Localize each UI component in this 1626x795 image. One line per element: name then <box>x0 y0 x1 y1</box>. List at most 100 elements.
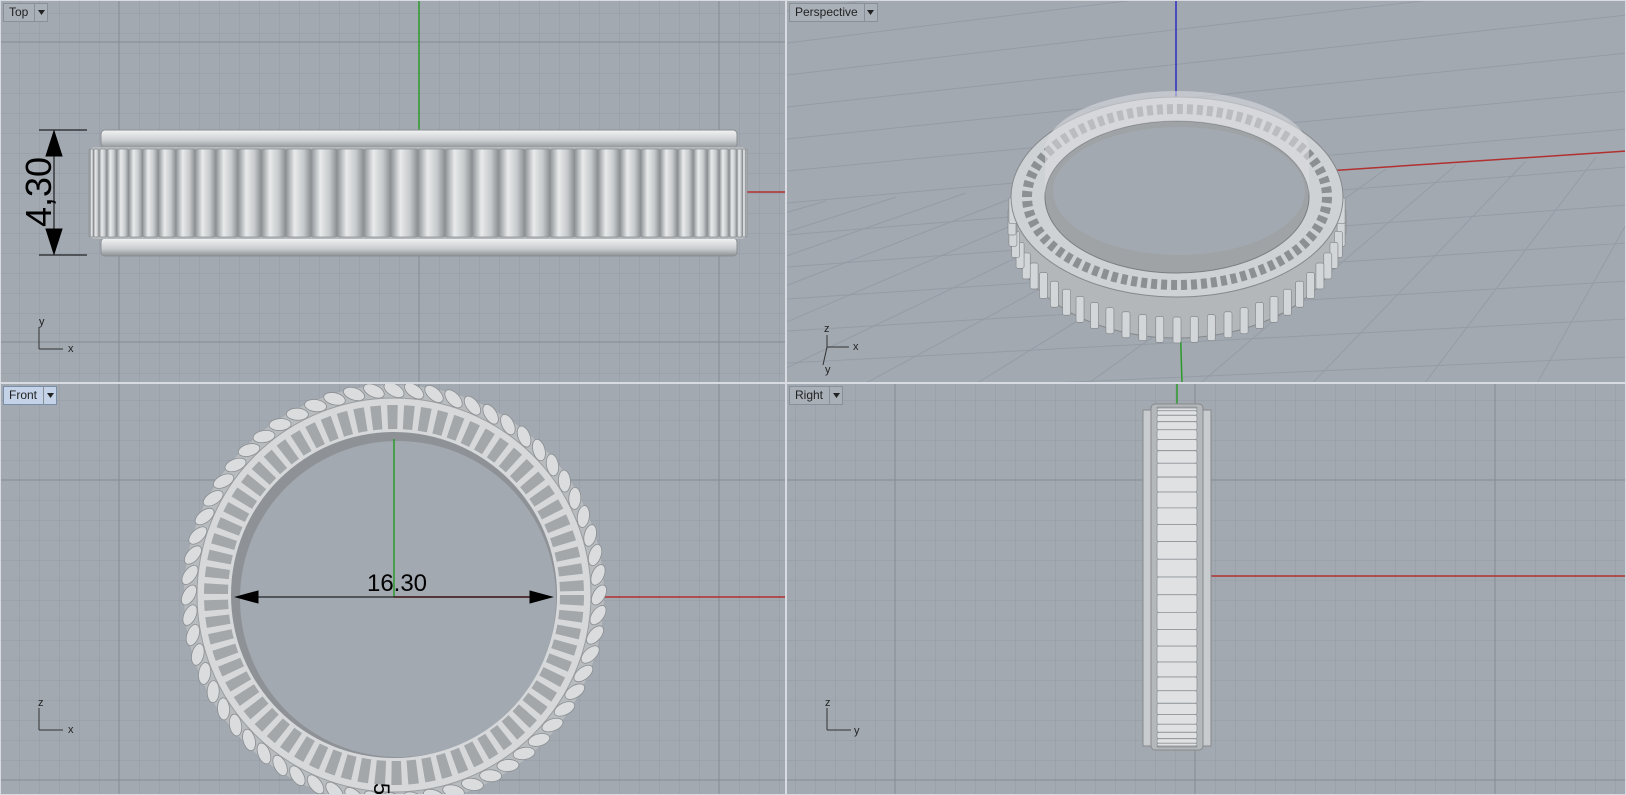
triangle-down-icon[interactable] <box>34 4 47 21</box>
flute <box>128 148 143 238</box>
front-view-canvas[interactable]: 16.30 5 z x <box>1 384 786 795</box>
viewport-front[interactable]: 16.30 5 z x Front <box>0 383 786 795</box>
flute <box>1306 272 1315 299</box>
triangle-down-icon[interactable] <box>43 387 56 404</box>
flute <box>1283 288 1292 316</box>
flute <box>1172 316 1182 344</box>
flute <box>742 148 747 238</box>
flute <box>498 148 526 238</box>
flute <box>1156 429 1198 440</box>
flute <box>728 148 738 238</box>
flute <box>619 148 642 238</box>
flute <box>1156 407 1198 412</box>
flute <box>1189 316 1199 343</box>
flute <box>1156 594 1198 613</box>
grid-line <box>787 1 1426 76</box>
flute <box>336 148 365 238</box>
flute <box>1156 645 1198 663</box>
triangle-down-icon[interactable] <box>829 387 842 404</box>
flute <box>1090 302 1099 329</box>
flute <box>1269 296 1279 323</box>
flute <box>363 148 392 238</box>
flute <box>677 148 694 238</box>
flute <box>417 148 446 238</box>
flute <box>1039 272 1048 299</box>
viewport-label-front: Front <box>9 388 38 402</box>
viewport-label-right: Right <box>795 388 824 402</box>
tab-front[interactable]: Front <box>3 386 58 405</box>
flute <box>261 148 287 238</box>
flute <box>89 148 94 238</box>
flute <box>524 148 551 238</box>
flute <box>745 148 748 238</box>
flute <box>1156 450 1198 464</box>
perspective-view-canvas[interactable]: z x y <box>787 1 1626 383</box>
flute <box>444 148 473 238</box>
svg-text:x: x <box>853 341 859 353</box>
grid-line <box>787 200 827 213</box>
top-view-canvas[interactable]: 4,30 y x <box>1 1 786 383</box>
clipped-dimension-label: 5 <box>369 783 394 795</box>
flute <box>1156 421 1198 431</box>
flute <box>640 148 661 238</box>
flute <box>718 148 730 238</box>
svg-text:z: z <box>825 697 831 709</box>
flute <box>285 148 312 238</box>
flute <box>1156 629 1198 647</box>
tab-top[interactable]: Top <box>3 3 49 22</box>
flute <box>98 148 108 238</box>
viewport-perspective[interactable]: z x y Perspective <box>786 0 1626 383</box>
triangle-down-icon[interactable] <box>863 4 877 21</box>
svg-text:y: y <box>39 316 45 328</box>
flute <box>1156 558 1198 578</box>
grid-line <box>787 1 1131 44</box>
flute <box>1138 314 1148 341</box>
grid-line <box>787 1 868 12</box>
flute <box>93 148 100 238</box>
flute <box>106 148 118 238</box>
flute <box>1323 252 1333 280</box>
flute <box>1121 311 1131 339</box>
right-view-canvas[interactable]: z y <box>787 384 1626 795</box>
flute <box>142 148 159 238</box>
flute <box>549 148 575 238</box>
svg-text:y: y <box>854 725 860 737</box>
flute <box>157 148 177 238</box>
flute <box>194 148 217 238</box>
flute <box>1156 714 1198 725</box>
flute <box>1315 262 1325 290</box>
flute <box>1156 690 1198 704</box>
flute <box>1156 541 1198 560</box>
viewport-top[interactable]: 4,30 y x Top <box>0 0 786 383</box>
flute <box>1156 742 1198 747</box>
flute <box>237 148 262 238</box>
flute <box>1156 476 1198 493</box>
flute <box>1156 491 1198 509</box>
flute <box>1029 262 1039 290</box>
flute <box>706 148 720 238</box>
grid-line <box>1537 225 1625 382</box>
flute <box>471 148 500 238</box>
viewport-right[interactable]: z y Right <box>786 383 1626 795</box>
flute <box>693 148 708 238</box>
dimension-4-30: 4,30 <box>18 157 59 227</box>
flute <box>215 148 239 238</box>
flute <box>390 148 419 238</box>
tab-perspective[interactable]: Perspective <box>789 3 878 22</box>
tab-right[interactable]: Right <box>789 386 844 405</box>
svg-text:x: x <box>68 724 74 736</box>
flute <box>1156 702 1198 715</box>
flute <box>1075 296 1085 323</box>
flute <box>1156 723 1198 733</box>
flute <box>1156 745 1198 748</box>
flute <box>1295 280 1304 308</box>
viewport-label-top: Top <box>9 5 29 19</box>
flute <box>175 148 196 238</box>
flute <box>1156 507 1198 525</box>
flute <box>1255 302 1264 329</box>
flute <box>1156 661 1198 678</box>
flute <box>1223 311 1233 339</box>
flute <box>1050 280 1059 308</box>
flute <box>1156 462 1198 478</box>
flute <box>574 148 599 238</box>
